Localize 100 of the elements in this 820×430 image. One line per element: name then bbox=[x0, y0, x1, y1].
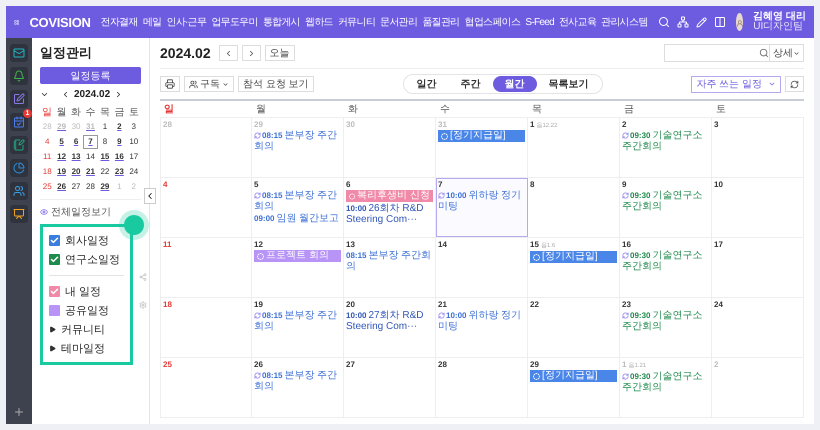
mini-calendar-day[interactable]: 12 bbox=[54, 150, 69, 164]
day-cell[interactable]: 17 bbox=[712, 238, 804, 297]
menu-item[interactable]: 문서관리 bbox=[380, 15, 418, 29]
calendar-group[interactable]: 커뮤니티 bbox=[49, 322, 124, 337]
day-cell[interactable]: 29 08:15 본부장 주간회의 bbox=[252, 118, 344, 177]
avatar[interactable] bbox=[736, 13, 744, 31]
day-cell[interactable]: 19 08:15 본부장 주간회의 bbox=[252, 298, 344, 357]
event-entry[interactable]: 09:30 기술연구소 주간회의 bbox=[622, 130, 709, 152]
event-entry[interactable]: 09:00 임원 월간보고 bbox=[254, 213, 341, 224]
calendar-group[interactable]: 테마일정 bbox=[49, 341, 124, 356]
day-cell[interactable]: 6 복리후생비 신청 10:00 26회차 R&D Steering Com··· bbox=[344, 178, 436, 237]
today-button[interactable]: 오늘 bbox=[264, 45, 295, 61]
event-bar[interactable]: [정기지급일] bbox=[530, 251, 617, 263]
view-tab[interactable]: 월간 bbox=[492, 76, 536, 92]
day-cell[interactable]: 5 08:15 본부장 주간회의 09:00 임원 월간보고 bbox=[252, 178, 344, 237]
view-tab[interactable]: 목록보기 bbox=[536, 76, 600, 92]
print-button[interactable] bbox=[160, 76, 180, 92]
attend-request-button[interactable]: 참석 요청 보기 bbox=[238, 76, 314, 92]
menu-item[interactable]: S-Feed bbox=[525, 16, 554, 28]
mini-calendar-day[interactable]: 14 bbox=[83, 150, 98, 164]
view-tab[interactable]: 일간 bbox=[404, 76, 448, 92]
day-cell[interactable]: 23 09:30 기술연구소 주간회의 bbox=[620, 298, 712, 357]
mini-calendar-day[interactable]: 2 bbox=[112, 120, 127, 134]
mini-calendar-day[interactable]: 28 bbox=[83, 180, 98, 194]
event-entry[interactable]: 10:00 26회차 R&D Steering Com··· bbox=[346, 203, 433, 225]
caret-icon[interactable] bbox=[40, 90, 49, 99]
mini-calendar-day[interactable]: 20 bbox=[68, 165, 84, 179]
menu-item[interactable]: 통합게시 bbox=[262, 15, 300, 29]
view-tab[interactable]: 주간 bbox=[448, 76, 492, 92]
day-cell[interactable]: 3 bbox=[712, 118, 804, 177]
mini-calendar-day[interactable]: 19 bbox=[54, 165, 69, 179]
app-shortcut[interactable] bbox=[10, 44, 28, 62]
event-entry[interactable]: 08:15 본부장 주간회의 bbox=[254, 310, 341, 332]
event-entry[interactable]: 08:15 본부장 주간회의 bbox=[254, 190, 341, 212]
day-cell[interactable]: 27 bbox=[344, 358, 436, 417]
day-cell[interactable]: 22 bbox=[528, 298, 620, 357]
event-entry[interactable]: 09:30 기술연구소 주간회의 bbox=[622, 190, 709, 212]
day-cell[interactable]: 16 09:30 기술연구소 주간회의 bbox=[620, 238, 712, 297]
mini-calendar-day[interactable]: 8 bbox=[98, 135, 112, 149]
menu-item[interactable]: 품질관리 bbox=[422, 15, 460, 29]
app-shortcut[interactable] bbox=[10, 90, 28, 108]
day-cell[interactable]: 25 bbox=[160, 358, 252, 417]
menu-item[interactable]: 업무도우미 bbox=[211, 15, 258, 29]
calendar-checkbox[interactable]: 연구소일정 bbox=[49, 252, 124, 267]
day-cell[interactable]: 4 bbox=[160, 178, 252, 237]
mini-calendar-day[interactable]: 4 bbox=[40, 135, 54, 149]
mini-calendar-day[interactable]: 27 bbox=[68, 180, 84, 194]
mini-calendar-day[interactable]: 24 bbox=[126, 165, 141, 179]
menu-item[interactable]: 커뮤니티 bbox=[338, 15, 376, 29]
pencil-icon[interactable] bbox=[696, 16, 707, 28]
day-cell[interactable]: 24 bbox=[712, 298, 804, 357]
day-cell[interactable]: 29 [정기지급일] bbox=[528, 358, 620, 417]
mini-calendar-day[interactable]: 29 bbox=[98, 180, 112, 194]
calendar-checkbox[interactable]: 회사일정 bbox=[49, 233, 124, 248]
calendar-checkbox[interactable]: 내 일정 bbox=[49, 284, 124, 299]
mini-calendar-day[interactable]: 10 bbox=[126, 135, 141, 149]
mini-calendar-day[interactable]: 5 bbox=[54, 135, 69, 149]
mini-calendar-day[interactable]: 9 bbox=[112, 135, 127, 149]
menu-item[interactable]: 메일 bbox=[142, 15, 162, 29]
day-cell[interactable]: 12 프로젝트 회의 bbox=[252, 238, 344, 297]
day-cell[interactable]: 7 10:00 위하랑 정기 미팅 bbox=[436, 178, 528, 237]
day-cell[interactable]: 13 08:15 본부장 주간회의 bbox=[344, 238, 436, 297]
app-shortcut[interactable] bbox=[10, 182, 28, 200]
app-shortcut[interactable] bbox=[10, 136, 28, 154]
mini-calendar-day[interactable]: 16 bbox=[112, 150, 127, 164]
subscribe-button[interactable]: 구독 bbox=[184, 76, 234, 92]
collapse-sidebar-button[interactable] bbox=[144, 188, 156, 204]
menu-item[interactable]: 관리시스템 bbox=[601, 15, 648, 29]
day-cell[interactable]: 2 09:30 기술연구소 주간회의 bbox=[620, 118, 712, 177]
event-entry[interactable]: 08:15 본부장 주간회의 bbox=[346, 250, 433, 272]
menu-item[interactable]: 협업스페이스 bbox=[464, 15, 520, 29]
panel-icon[interactable] bbox=[714, 16, 726, 28]
add-icon[interactable] bbox=[13, 406, 25, 418]
mini-calendar-day[interactable]: 21 bbox=[83, 165, 98, 179]
menu-item[interactable]: 전사교육 bbox=[558, 15, 596, 29]
previous-month-icon[interactable] bbox=[61, 90, 70, 99]
day-cell[interactable]: 18 bbox=[160, 298, 252, 357]
event-entry[interactable]: 08:15 본부장 주간회의 bbox=[254, 370, 341, 392]
day-cell[interactable]: 14 bbox=[436, 238, 528, 297]
mini-calendar-day[interactable]: 25 bbox=[40, 180, 54, 194]
event-bar[interactable]: [정기지급일] bbox=[438, 130, 525, 142]
menu-item[interactable]: 인사·근무 bbox=[166, 15, 206, 29]
mini-calendar-day[interactable]: 18 bbox=[40, 165, 54, 179]
menu-item[interactable]: 웹하드 bbox=[305, 15, 333, 29]
mini-calendar-day[interactable]: 1 bbox=[98, 120, 112, 134]
day-cell[interactable]: 9 09:30 기술연구소 주간회의 bbox=[620, 178, 712, 237]
mini-calendar-day[interactable]: 17 bbox=[126, 150, 141, 164]
event-entry[interactable]: 09:30 기술연구소 주간회의 bbox=[622, 250, 709, 272]
event-bar[interactable]: [정기지급일] bbox=[530, 370, 617, 382]
event-entry[interactable]: 08:15 본부장 주간회의 bbox=[254, 130, 341, 152]
day-cell[interactable]: 21 10:00 위하랑 정기 미팅 bbox=[436, 298, 528, 357]
mini-calendar-day[interactable]: 26 bbox=[54, 180, 69, 194]
day-cell[interactable]: 28 bbox=[436, 358, 528, 417]
mini-calendar-day[interactable]: 22 bbox=[98, 165, 112, 179]
app-shortcut[interactable] bbox=[10, 205, 28, 223]
mini-calendar-day[interactable]: 7 bbox=[83, 135, 98, 149]
register-button[interactable]: 일정등록 bbox=[40, 67, 141, 84]
day-cell[interactable]: 10 bbox=[712, 178, 804, 237]
mini-calendar-day[interactable]: 6 bbox=[68, 135, 84, 149]
mini-calendar-day[interactable]: 13 bbox=[68, 150, 84, 164]
